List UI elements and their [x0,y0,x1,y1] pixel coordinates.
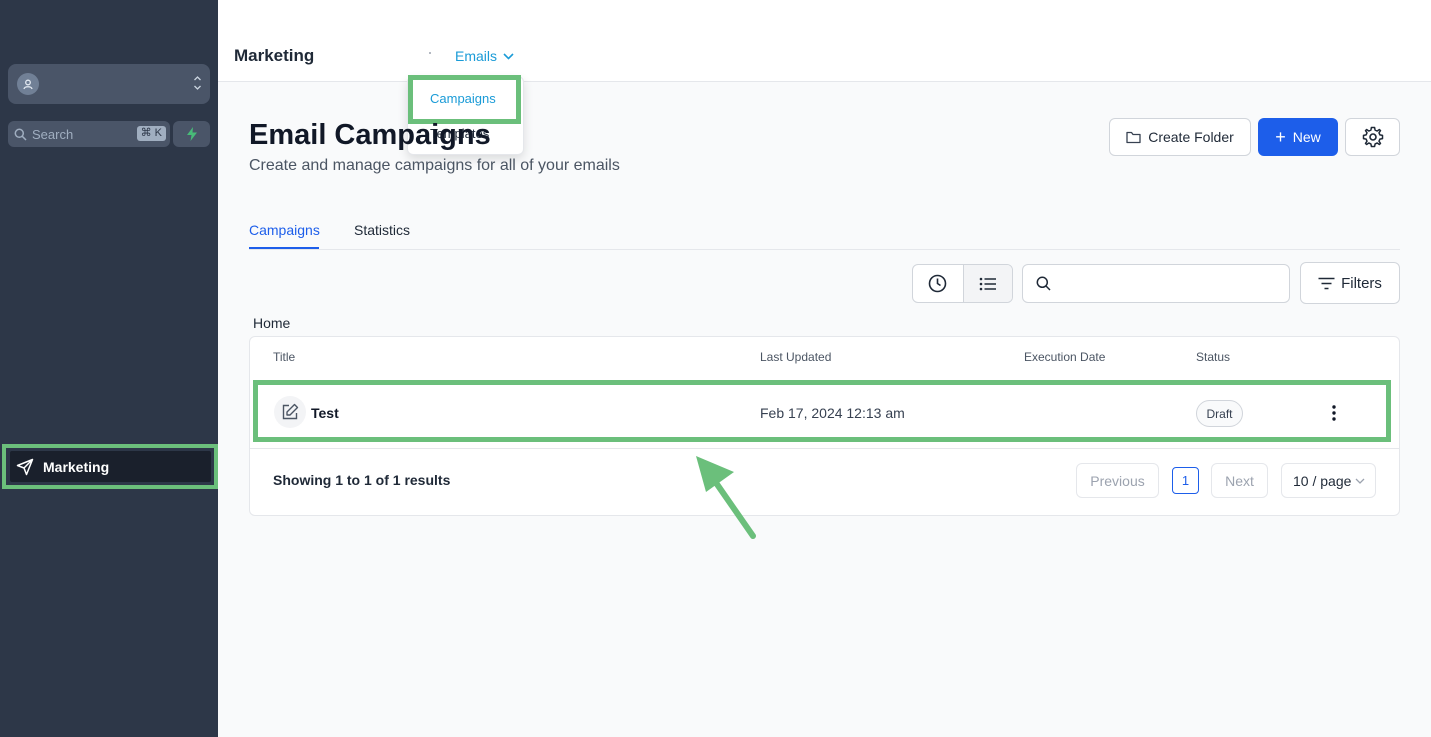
filter-icon [1318,277,1335,289]
tabs-divider [249,249,1400,250]
history-view-button[interactable] [913,265,963,302]
page-size-select[interactable]: 10 / page [1281,463,1376,498]
create-folder-label: Create Folder [1148,129,1234,145]
sidebar-item-marketing[interactable]: Marketing [10,451,211,482]
tab-active-indicator [249,247,319,249]
column-header-status[interactable]: Status [1196,350,1230,364]
clock-icon [928,274,947,293]
column-header-execution-date[interactable]: Execution Date [1024,350,1105,364]
dropdown-item-campaigns[interactable]: Campaigns [430,91,496,106]
separator-dot [429,52,431,54]
kebab-icon[interactable] [1324,402,1344,424]
app-title: Marketing [234,46,315,65]
edit-icon[interactable] [274,396,306,428]
quick-actions-button[interactable] [173,121,210,147]
new-button[interactable]: + New [1258,118,1338,156]
emails-menu-label: Emails [455,48,498,64]
pagination-summary: Showing 1 to 1 of 1 results [273,472,451,488]
sidebar: Search ⌘ K [0,0,218,737]
top-bar: Marketing Emails [218,0,1431,82]
gear-icon [1362,126,1383,148]
chevron-down-icon [503,52,514,60]
folder-icon [1126,131,1141,143]
bolt-icon [186,127,197,141]
sidebar-search-placeholder: Search [32,126,74,142]
settings-button[interactable] [1345,118,1400,156]
page-title: Email Campaigns [249,119,491,151]
user-icon [17,73,39,95]
campaign-search[interactable] [1022,264,1290,303]
filters-button[interactable]: Filters [1300,262,1400,304]
account-switcher[interactable] [8,64,210,104]
search-icon [14,128,27,141]
campaign-title[interactable]: Test [311,405,339,421]
list-view-button[interactable] [962,265,1012,302]
page-subtitle: Create and manage campaigns for all of y… [249,157,620,174]
view-toggle [912,264,1013,303]
previous-page-button[interactable]: Previous [1076,463,1159,498]
column-header-last-updated[interactable]: Last Updated [760,350,831,364]
search-shortcut-badge: ⌘ K [136,126,166,141]
campaign-search-input[interactable] [1059,275,1279,292]
campaign-last-updated: Feb 17, 2024 12:13 am [760,405,905,421]
next-page-button[interactable]: Next [1211,463,1268,498]
emails-menu[interactable]: Emails [455,48,514,64]
send-icon [16,458,34,475]
plus-icon: + [1275,127,1286,147]
column-header-title[interactable]: Title [273,350,295,364]
page-size-value: 10 / page [1293,472,1352,489]
status-badge: Draft [1196,400,1243,427]
create-folder-button[interactable]: Create Folder [1109,118,1251,156]
tab-statistics[interactable]: Statistics [354,222,410,238]
arrow-annotation [696,456,756,539]
new-label: New [1292,129,1321,145]
page-number-button[interactable]: 1 [1172,467,1199,494]
tab-campaigns[interactable]: Campaigns [249,222,320,238]
breadcrumb[interactable]: Home [253,315,290,331]
sidebar-search[interactable]: Search ⌘ K [8,121,170,147]
filters-label: Filters [1341,274,1382,292]
row-divider [250,448,1399,449]
list-icon [979,277,996,290]
sidebar-item-label: Marketing [43,458,110,475]
search-icon [1036,276,1051,291]
updown-icon [193,75,202,93]
chevron-down-icon [1355,478,1365,484]
